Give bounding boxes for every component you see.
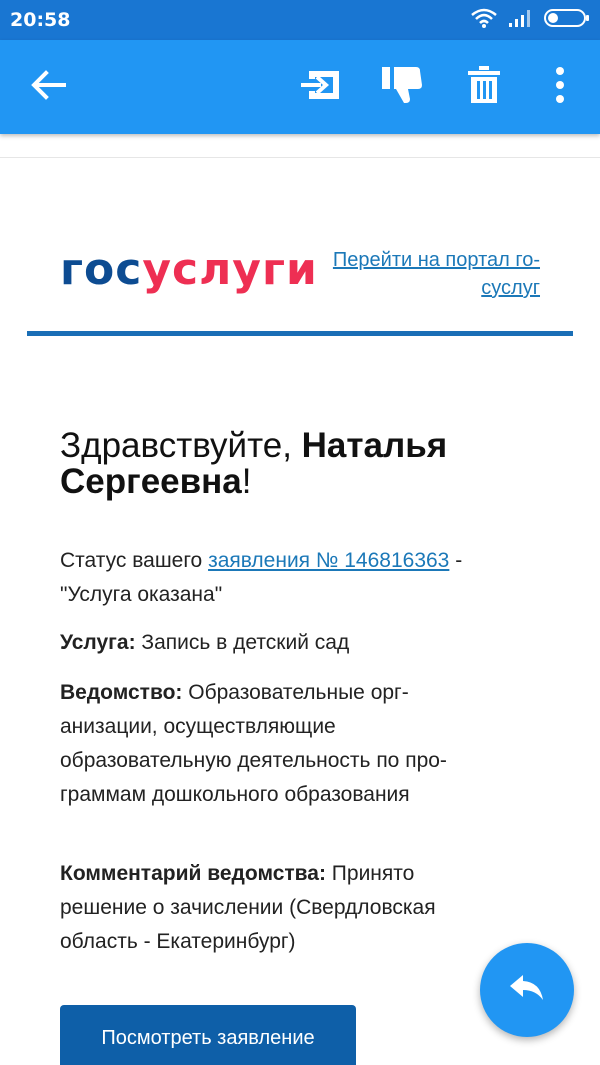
service-paragraph: Услуга: Запись в детский сад xyxy=(60,626,540,660)
status-bar: 20:58 xyxy=(0,0,600,40)
department-line2: анизации, осуществляющие xyxy=(60,715,336,738)
greeting-prefix: Здравствуйте, xyxy=(60,426,302,465)
portal-link-line2: суслуг xyxy=(481,277,540,299)
comment-paragraph: Комментарий ведомства: Принято решение о… xyxy=(60,857,560,959)
department-line4: граммам дошкольного образования xyxy=(60,783,410,806)
greeting-suffix: ! xyxy=(241,462,252,501)
move-to-folder-button[interactable] xyxy=(297,63,345,111)
comment-line2: решение о зачислении (Свердловская xyxy=(60,896,436,919)
delete-button[interactable] xyxy=(460,63,508,111)
department-line1: Образовательные орг- xyxy=(182,681,409,704)
status-prefix: Статус вашего xyxy=(60,549,209,572)
portal-link[interactable]: Перейти на портал го- суслуг xyxy=(300,246,540,302)
status-value: "Услуга оказана" xyxy=(60,583,223,606)
spam-button[interactable] xyxy=(378,63,426,111)
department-label: Ведомство: xyxy=(60,681,183,704)
battery-icon xyxy=(544,8,590,33)
comment-line3: область - Екатеринбург) xyxy=(60,930,296,953)
view-application-button[interactable]: Посмотреть заявление xyxy=(60,1005,356,1065)
toolbar xyxy=(0,40,600,134)
more-vert-icon xyxy=(555,66,565,108)
department-paragraph: Ведомство: Образовательные орг- анизации… xyxy=(60,676,560,812)
status-time: 20:58 xyxy=(10,9,71,31)
gosuslugi-logo: госуслуги xyxy=(60,240,318,300)
logo-part2: услуги xyxy=(142,244,318,295)
back-arrow-icon xyxy=(30,69,66,105)
comment-line1: Принято xyxy=(325,862,415,885)
greeting: Здравствуйте, Наталья Сергеевна! xyxy=(60,428,560,500)
greeting-name-line2: Сергеевна xyxy=(60,462,242,501)
department-line3: образовательную деятельность по про- xyxy=(60,749,447,772)
reply-icon xyxy=(510,974,544,1006)
trash-icon xyxy=(467,65,501,110)
back-button[interactable] xyxy=(24,63,72,111)
wifi-icon xyxy=(470,7,498,34)
content-divider xyxy=(0,157,600,158)
greeting-name-line1: Наталья xyxy=(301,426,448,465)
status-paragraph: Статус вашего заявления № 146816363 - "У… xyxy=(60,544,540,612)
mail-screen: 20:58 госуслуги Перейти на портал го- су… xyxy=(0,0,600,1065)
move-to-folder-icon xyxy=(299,67,343,108)
portal-link-line1: Перейти на портал го- xyxy=(332,249,540,271)
application-link[interactable]: заявления № 146816363 xyxy=(208,549,449,572)
comment-label: Комментарий ведомства: xyxy=(60,862,326,885)
service-label: Услуга: xyxy=(60,631,136,654)
more-button[interactable] xyxy=(536,63,584,111)
service-value: Запись в детский сад xyxy=(135,631,350,654)
status-icons xyxy=(470,8,590,32)
logo-part1: гос xyxy=(60,244,143,295)
signal-icon xyxy=(508,8,534,33)
status-separator: - xyxy=(449,549,463,572)
header-rule xyxy=(27,331,573,336)
thumbs-down-icon xyxy=(380,65,424,110)
reply-fab[interactable] xyxy=(480,943,574,1037)
